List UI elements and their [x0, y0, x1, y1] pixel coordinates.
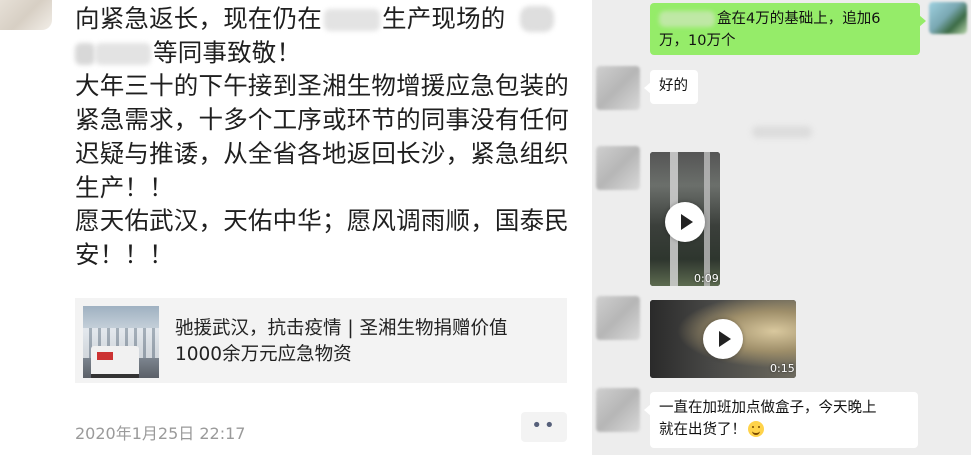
contact-avatar[interactable]	[596, 66, 640, 110]
message-text-line-1: 一直在加班加点做盒子，今天晚上	[659, 400, 877, 416]
post-paragraph-1: 向紧急返长，现在仍在 生产现场的	[75, 2, 583, 36]
video-duration: 0:15	[770, 362, 795, 375]
smile-emoji-icon	[748, 421, 764, 437]
message-bubble-self[interactable]: 盒在4万的基础上，追加6 万，10万个	[650, 3, 926, 55]
blurred-region	[752, 126, 812, 138]
post-line-1a: 向紧急返长，现在仍在	[75, 4, 322, 33]
video-message[interactable]: 0:15	[650, 300, 796, 378]
article-thumbnail	[83, 306, 159, 378]
redacted-text	[95, 42, 151, 65]
redacted-text	[659, 11, 715, 27]
video-message[interactable]: 0:09	[650, 152, 720, 286]
post-line-2: 等同事致敬！	[153, 37, 302, 67]
message-bubble-other[interactable]: 一直在加班加点做盒子，今天晚上 就在出货了！	[644, 392, 918, 448]
redacted-text	[324, 9, 380, 31]
message-text-line-1: 盒在4万的基础上，追加6	[659, 8, 911, 30]
self-avatar[interactable]	[929, 2, 967, 34]
message-text-line-2: 就在出货了！	[659, 419, 909, 441]
message-text-line-2: 万，10万个	[659, 33, 736, 49]
post-text: 向紧急返长，现在仍在 生产现场的 等同事致敬！ 大年三十的下午接到圣湘生物增援应急…	[75, 2, 583, 272]
message-text: 好的	[659, 78, 688, 94]
contact-avatar[interactable]	[596, 146, 640, 190]
post-paragraph-2: 大年三十的下午接到圣湘生物增援应急包装的紧急需求，十多个工序或环节的同事没有任何…	[75, 71, 569, 202]
post-paragraph-1-cont: 等同事致敬！	[75, 36, 583, 70]
message-text: 就在出货了！	[659, 422, 746, 438]
message-text: 盒在4万的基础上，追加6	[717, 11, 881, 27]
shared-article-card[interactable]: 驰援武汉，抗击疫情 | 圣湘生物捐赠价值 1000余万元应急物资	[75, 298, 567, 383]
post-timestamp: 2020年1月25日 22:17	[75, 424, 246, 443]
play-icon[interactable]	[703, 319, 743, 359]
author-avatar[interactable]	[0, 0, 52, 30]
post-line-1b: 生产现场的	[382, 4, 506, 33]
redacted-text	[75, 42, 95, 65]
video-duration: 0:09	[694, 272, 719, 285]
moments-post: 向紧急返长，现在仍在 生产现场的 等同事致敬！ 大年三十的下午接到圣湘生物增援应急…	[0, 0, 592, 455]
play-icon[interactable]	[665, 202, 705, 242]
message-bubble-other[interactable]: 好的	[644, 70, 698, 104]
article-title: 驰援武汉，抗击疫情 | 圣湘生物捐赠价值 1000余万元应急物资	[175, 316, 560, 368]
article-title-line-2: 1000余万元应急物资	[175, 344, 352, 365]
more-options-button[interactable]: ••	[521, 412, 567, 442]
post-paragraph-3: 愿天佑武汉，天佑中华；愿风调雨顺，国泰民安！！！	[75, 206, 569, 269]
chat-panel: 盒在4万的基础上，追加6 万，10万个 好的 0:09 0:15 一直在加班加点…	[592, 0, 971, 455]
contact-avatar[interactable]	[596, 388, 640, 432]
contact-avatar[interactable]	[596, 296, 640, 340]
article-title-line-1: 驰援武汉，抗击疫情 | 圣湘生物捐赠价值	[175, 318, 508, 339]
